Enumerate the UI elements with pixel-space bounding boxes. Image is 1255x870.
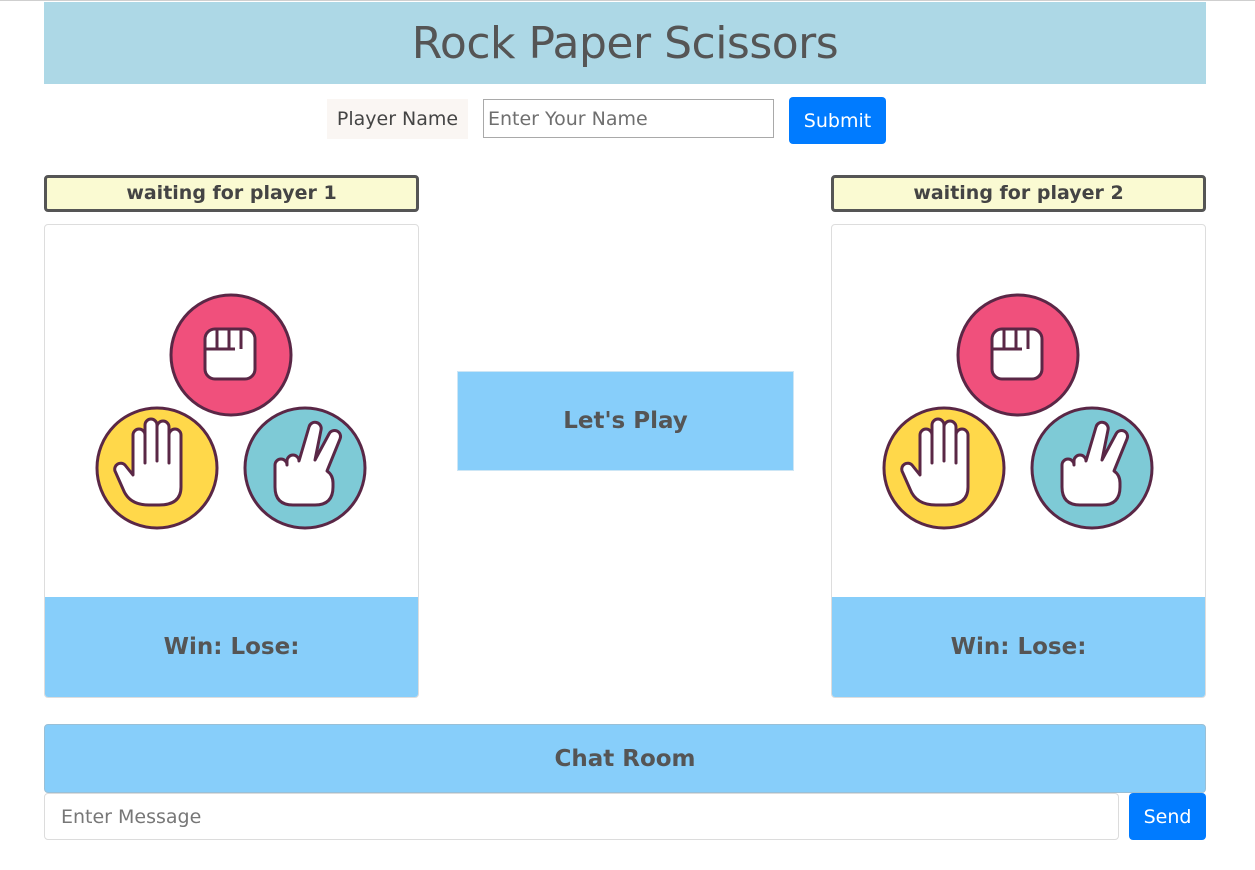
rock-paper-scissors-hands-icon [95, 293, 367, 530]
rock-icon [956, 293, 1080, 417]
message-input[interactable] [44, 793, 1119, 840]
send-button[interactable]: Send [1129, 793, 1206, 840]
player-name-input[interactable] [483, 99, 774, 138]
page-title: Rock Paper Scissors [411, 17, 839, 69]
scissors-icon [1030, 406, 1154, 530]
scissors-icon [243, 406, 367, 530]
page-header: Rock Paper Scissors [44, 2, 1206, 84]
player-1-status: waiting for player 1 [44, 175, 419, 212]
player-name-form: Player Name Submit [0, 97, 1255, 145]
rock-paper-scissors-hands-icon [882, 293, 1154, 530]
lets-play-button[interactable]: Let's Play [457, 371, 794, 471]
top-border [0, 0, 1255, 1]
paper-icon [882, 406, 1006, 530]
player-2-card: Win: Lose: [831, 224, 1206, 698]
chat-room-header: Chat Room [44, 724, 1206, 793]
player-1-score: Win: Lose: [45, 597, 418, 697]
player-1-card: Win: Lose: [44, 224, 419, 698]
player-2-status: waiting for player 2 [831, 175, 1206, 212]
paper-icon [95, 406, 219, 530]
rock-icon [169, 293, 293, 417]
player-name-label: Player Name [327, 99, 468, 139]
submit-button[interactable]: Submit [789, 97, 886, 144]
player-2-score: Win: Lose: [832, 597, 1205, 697]
